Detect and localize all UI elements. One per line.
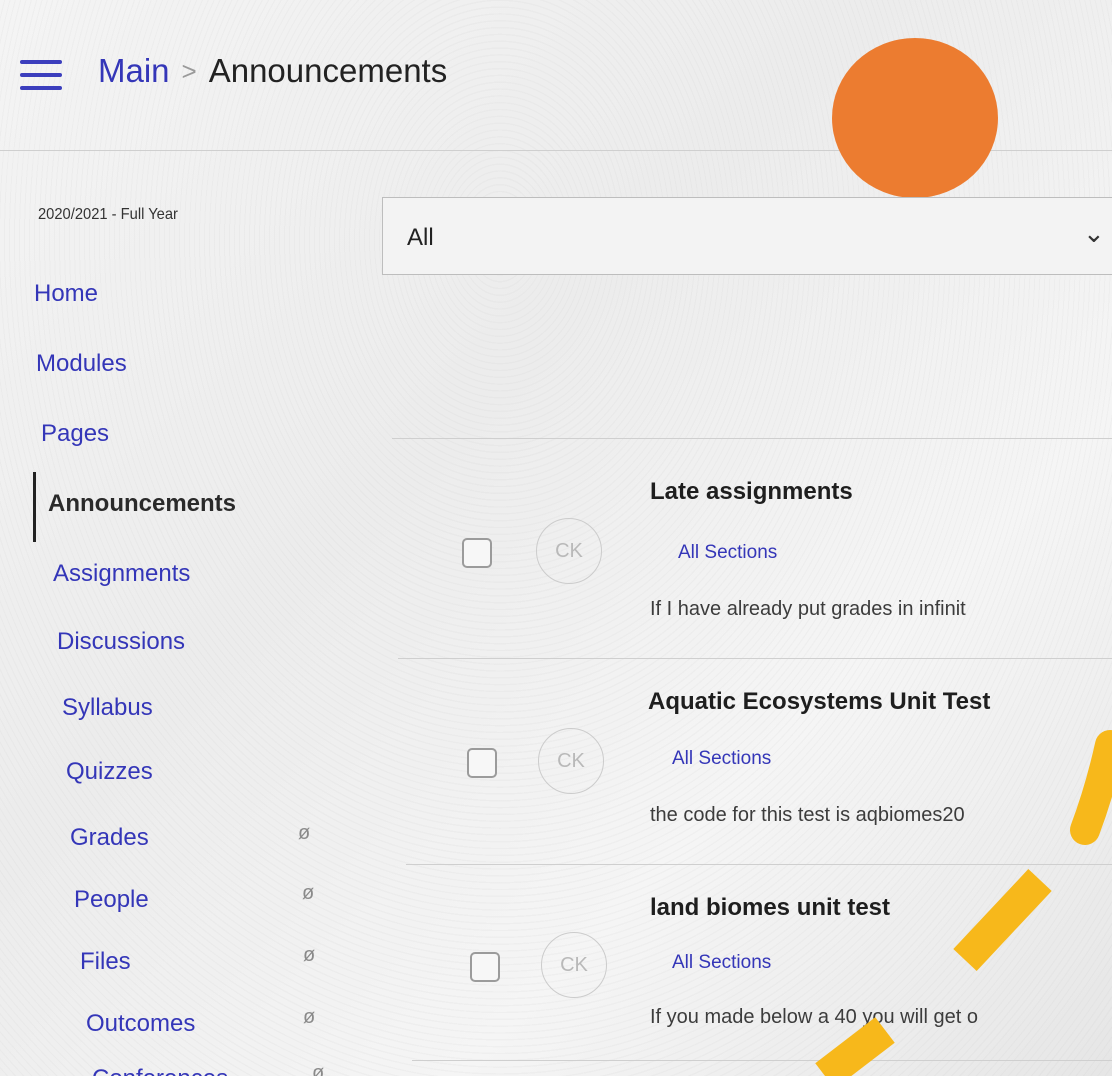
screen: Main > Announcements 2020/2021 - Full Year… (0, 0, 1112, 1076)
overlay-strokes (815, 730, 1112, 1076)
overlay-stroke-1 (1070, 730, 1112, 845)
overlay-stroke-3 (815, 1017, 895, 1076)
overlay-stroke-2 (953, 869, 1052, 971)
